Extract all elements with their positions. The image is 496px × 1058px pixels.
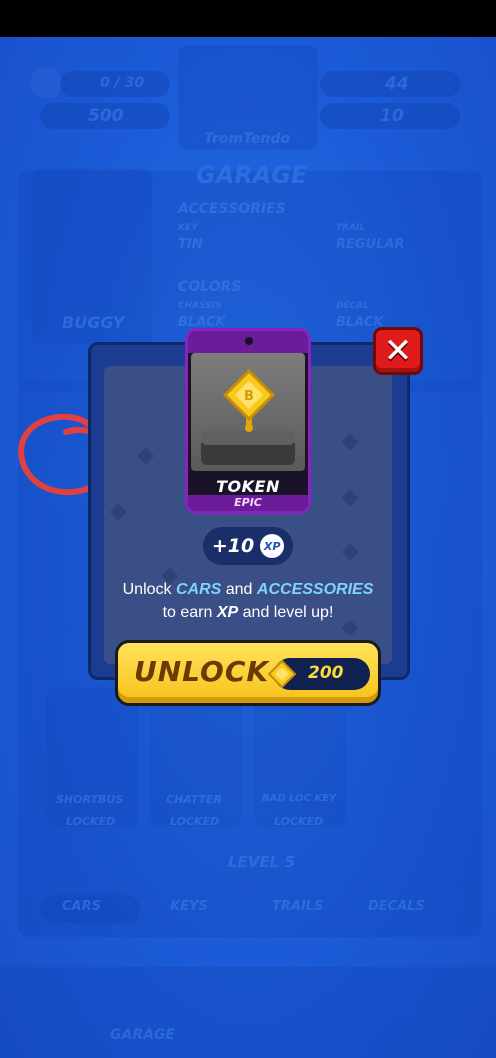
unlock-button[interactable]: UNLOCK 200 — [115, 640, 381, 706]
pattern-dot — [341, 543, 359, 561]
card-name: TOKEN — [216, 477, 280, 496]
desc-text: to earn — [162, 604, 217, 621]
xp-badge-icon: XP — [260, 534, 285, 558]
card-hole — [245, 337, 253, 345]
price-tag: 200 — [268, 658, 370, 690]
svg-text:B: B — [244, 389, 254, 404]
xp-reward: +10 XP — [203, 527, 293, 565]
desc-text: and — [221, 581, 257, 598]
desc-text: Unlock — [122, 581, 176, 598]
reward-card: B TOKEN EPIC — [185, 328, 311, 514]
unlock-description: Unlock CARS and ACCESSORIES to earn XP a… — [100, 578, 396, 624]
price-value: 200 — [308, 663, 344, 683]
coin-icon — [268, 660, 296, 688]
token-key-icon: B — [223, 369, 275, 432]
pattern-dot — [341, 489, 359, 507]
desc-cars: CARS — [175, 581, 222, 598]
card-rarity: EPIC — [188, 495, 308, 511]
close-button[interactable]: ✕ — [373, 327, 423, 375]
unlock-label: UNLOCK — [134, 655, 270, 688]
pattern-dot — [109, 503, 127, 521]
desc-xp: XP — [216, 604, 239, 621]
pattern-dot — [137, 447, 155, 465]
card-art: B — [191, 353, 305, 471]
desc-accessories: ACCESSORIES — [256, 581, 374, 598]
xp-amount: +10 — [211, 535, 255, 557]
pattern-dot — [341, 433, 359, 451]
status-bar — [0, 0, 496, 37]
desc-text: and level up! — [238, 604, 334, 621]
close-icon: ✕ — [383, 331, 413, 371]
